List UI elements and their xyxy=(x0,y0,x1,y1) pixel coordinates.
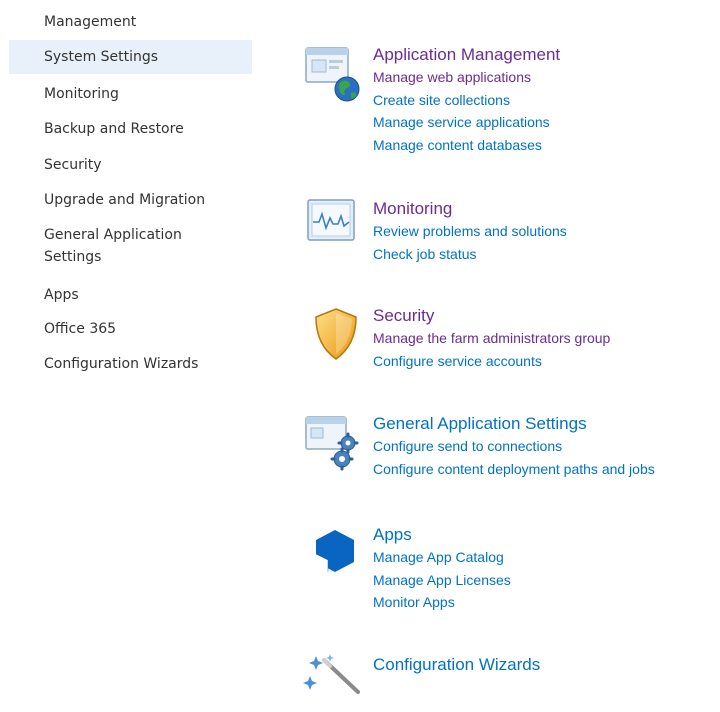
link-monitor-apps[interactable]: Monitor Apps xyxy=(373,591,511,614)
section-text: Configuration Wizards xyxy=(373,654,540,676)
link-create-site-collections[interactable]: Create site collections xyxy=(373,89,560,112)
sidebar-item-office-365[interactable]: Office 365 xyxy=(9,318,252,340)
link-manage-content-databases[interactable]: Manage content databases xyxy=(373,134,560,157)
configuration-wizard-wand-icon xyxy=(302,654,360,712)
application-management-globe-icon xyxy=(302,44,360,102)
sidebar-item-system-settings[interactable]: System Settings xyxy=(9,40,252,74)
section-text: Security Manage the farm administrators … xyxy=(373,305,610,372)
section-title-apps[interactable]: Apps xyxy=(373,524,511,546)
sidebar-item-upgrade-and-migration[interactable]: Upgrade and Migration xyxy=(9,189,252,211)
sidebar-item-backup-and-restore[interactable]: Backup and Restore xyxy=(9,118,252,140)
link-configure-service-accounts[interactable]: Configure service accounts xyxy=(373,350,610,373)
link-manage-app-licenses[interactable]: Manage App Licenses xyxy=(373,569,511,592)
sidebar-item-management[interactable]: Management xyxy=(9,11,252,33)
sidebar-item-security[interactable]: Security xyxy=(9,154,252,176)
section-title-security[interactable]: Security xyxy=(373,305,610,327)
sidebar-item-apps[interactable]: Apps xyxy=(9,284,252,306)
link-configure-send-to-connections[interactable]: Configure send to connections xyxy=(373,435,655,458)
link-manage-app-catalog[interactable]: Manage App Catalog xyxy=(373,546,511,569)
settings-gears-icon xyxy=(302,413,360,471)
truncated-text-fragment xyxy=(44,2,58,6)
apps-cube-icon xyxy=(302,524,360,582)
section-text: General Application Settings Configure s… xyxy=(373,413,655,480)
link-review-problems-and-solutions[interactable]: Review problems and solutions xyxy=(373,220,567,243)
link-configure-content-deployment-paths-and-jobs[interactable]: Configure content deployment paths and j… xyxy=(373,458,655,481)
link-manage-service-applications[interactable]: Manage service applications xyxy=(373,111,560,134)
link-manage-farm-administrators-group[interactable]: Manage the farm administrators group xyxy=(373,327,610,350)
link-check-job-status[interactable]: Check job status xyxy=(373,243,567,266)
section-text: Apps Manage App Catalog Manage App Licen… xyxy=(373,524,511,614)
security-shield-icon xyxy=(302,305,360,363)
section-text: Monitoring Review problems and solutions… xyxy=(373,198,567,265)
section-title-configuration-wizards[interactable]: Configuration Wizards xyxy=(373,654,540,676)
section-title-monitoring[interactable]: Monitoring xyxy=(373,198,567,220)
section-title-application-management[interactable]: Application Management xyxy=(373,44,560,66)
sidebar-item-configuration-wizards[interactable]: Configuration Wizards xyxy=(9,353,252,375)
section-text: Application Management Manage web applic… xyxy=(373,44,560,156)
monitoring-pulse-icon xyxy=(302,198,360,256)
link-manage-web-applications[interactable]: Manage web applications xyxy=(373,66,560,89)
section-title-general-application-settings[interactable]: General Application Settings xyxy=(373,413,655,435)
sidebar-item-general-application-settings[interactable]: General Application Settings xyxy=(9,224,229,268)
sidebar-item-monitoring[interactable]: Monitoring xyxy=(9,83,252,105)
